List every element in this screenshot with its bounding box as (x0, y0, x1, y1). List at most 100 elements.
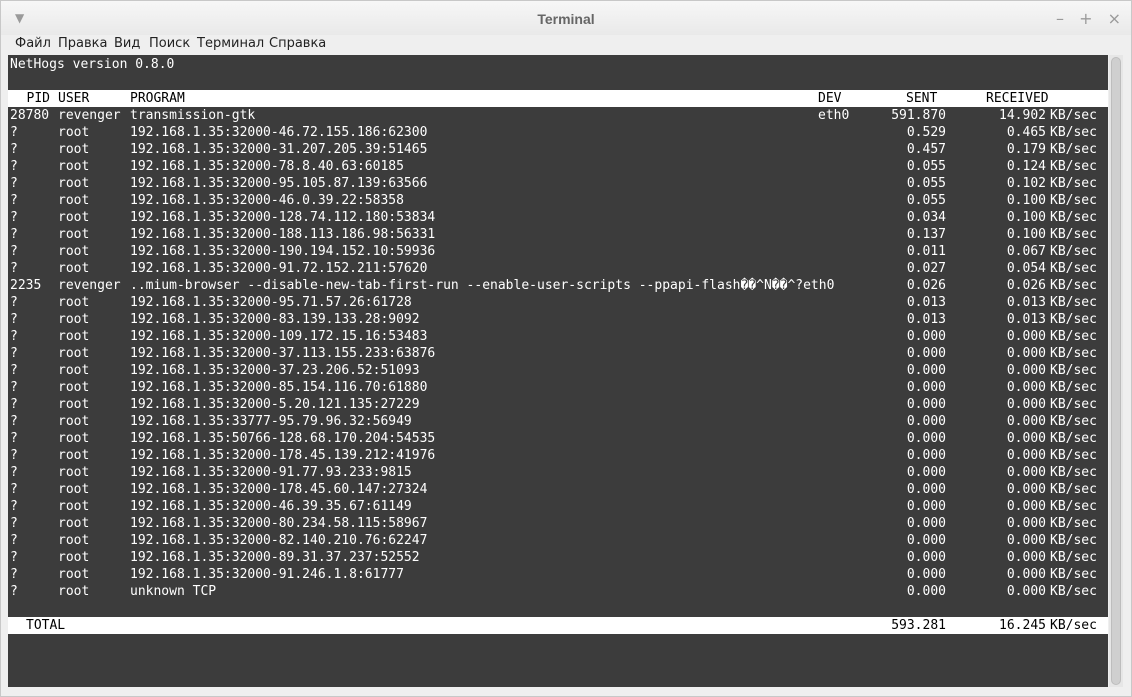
cell-pid: ? (10, 227, 18, 242)
cell-received: 0.000 (1006, 380, 1046, 395)
cell-pid: ? (10, 482, 18, 497)
table-row: ? root 192.168.1.35:32000-83.139.133.28:90… (8, 311, 1108, 328)
cell-sent: 0.055 (906, 176, 946, 191)
cell-unit: KB/sec (1050, 550, 1097, 565)
cell-unit: KB/sec (1050, 380, 1097, 395)
cell-received: 0.013 (1006, 295, 1046, 310)
cell-sent: 0.055 (906, 159, 946, 174)
cell-received: 0.000 (1006, 567, 1046, 582)
cell-unit: KB/sec (1050, 125, 1097, 140)
cell-program: 192.168.1.35:32000-91.77.93.233:9815 (130, 465, 412, 480)
cell-sent: 0.457 (906, 142, 946, 157)
table-row: ? root 192.168.1.35:32000-95.105.87.139:63… (8, 175, 1108, 192)
total-sent: 593.281 (891, 618, 946, 633)
cell-user: root (58, 227, 90, 242)
menu-search[interactable]: Поиск (149, 36, 190, 51)
cell-program: 192.168.1.35:32000-82.140.210.76:62247 (130, 533, 428, 548)
cell-pid: ? (10, 193, 18, 208)
cell-sent: 0.137 (906, 227, 946, 242)
cell-program: 192.168.1.35:32000-37.113.155.233:63876 (130, 346, 436, 361)
cell-received: 0.067 (1006, 244, 1046, 259)
title-bar[interactable]: ▼ Terminal – + × (1, 1, 1131, 35)
header-program: PROGRAM (130, 91, 185, 106)
menu-edit[interactable]: Правка (58, 36, 107, 51)
header-sent: SENT (906, 91, 938, 106)
cell-pid: ? (10, 499, 18, 514)
cell-sent: 0.000 (906, 380, 946, 395)
scrollbar-thumb[interactable] (1111, 57, 1121, 685)
cell-user: root (58, 176, 90, 191)
cell-pid: ? (10, 414, 18, 429)
cell-received: 0.000 (1006, 516, 1046, 531)
cell-program: 192.168.1.35:32000-85.154.116.70:61880 (130, 380, 428, 395)
cell-unit: KB/sec (1050, 295, 1097, 310)
cell-pid: ? (10, 380, 18, 395)
cell-sent: 0.013 (906, 312, 946, 327)
menu-help[interactable]: Справка (269, 36, 326, 51)
cell-program: 192.168.1.35:32000-46.72.155.186:62300 (130, 125, 428, 140)
cell-unit: KB/sec (1050, 567, 1097, 582)
cell-sent: 0.000 (906, 499, 946, 514)
table-row: ? root 192.168.1.35:32000-31.207.205.39:51… (8, 141, 1108, 158)
cell-pid: ? (10, 533, 18, 548)
cell-program: 192.168.1.35:32000-80.234.58.115:58967 (130, 516, 428, 531)
cell-received: 0.000 (1006, 499, 1046, 514)
cell-pid: ? (10, 584, 18, 599)
terminal-output[interactable]: NetHogs version 0.8.0 PID USER PROGRAM D… (8, 55, 1108, 687)
cell-received: 0.179 (1006, 142, 1046, 157)
cell-unit: KB/sec (1050, 482, 1097, 497)
table-row: ? root 192.168.1.35:32000-46.0.39.22:58358… (8, 192, 1108, 209)
table-row: ? root 192.168.1.35:32000-91.77.93.233:981… (8, 464, 1108, 481)
cell-sent: 0.529 (906, 125, 946, 140)
minimize-button[interactable]: – (1056, 9, 1064, 28)
window-controls: – + × (1046, 9, 1121, 28)
cell-user: revenger (58, 108, 121, 123)
cell-pid: ? (10, 125, 18, 140)
cell-received: 0.000 (1006, 533, 1046, 548)
menu-file[interactable]: Файл (15, 36, 51, 51)
cell-sent: 0.000 (906, 482, 946, 497)
cell-user: root (58, 193, 90, 208)
menu-view[interactable]: Вид (114, 36, 140, 51)
table-row: ? root 192.168.1.35:33777-95.79.96.32:5694… (8, 413, 1108, 430)
cell-program: 192.168.1.35:32000-91.72.152.211:57620 (130, 261, 428, 276)
cell-program: 192.168.1.35:32000-37.23.206.52:51093 (130, 363, 420, 378)
cell-pid: ? (10, 244, 18, 259)
cell-sent: 0.000 (906, 431, 946, 446)
cell-received: 0.100 (1006, 227, 1046, 242)
cell-pid: ? (10, 176, 18, 191)
cell-received: 0.000 (1006, 550, 1046, 565)
cell-pid: 28780 (10, 108, 50, 123)
cell-received: 0.000 (1006, 346, 1046, 361)
cell-user: root (58, 448, 90, 463)
cell-unit: KB/sec (1050, 499, 1097, 514)
table-row: ? root 192.168.1.35:32000-78.8.40.63:60185… (8, 158, 1108, 175)
cell-program: 192.168.1.35:32000-46.39.35.67:61149 (130, 499, 412, 514)
cell-unit: KB/sec (1050, 261, 1097, 276)
scrollbar[interactable] (1109, 55, 1123, 687)
cell-user: root (58, 295, 90, 310)
cell-unit: KB/sec (1050, 584, 1097, 599)
table-row: ? root 192.168.1.35:32000-178.45.60.147:27… (8, 481, 1108, 498)
cell-received: 0.000 (1006, 448, 1046, 463)
cell-user: root (58, 499, 90, 514)
cell-program: 192.168.1.35:33777-95.79.96.32:56949 (130, 414, 412, 429)
cell-sent: 0.000 (906, 329, 946, 344)
cell-sent: 0.000 (906, 567, 946, 582)
cell-unit: KB/sec (1050, 210, 1097, 225)
menu-terminal[interactable]: Терминал (197, 36, 264, 51)
maximize-button[interactable]: + (1079, 9, 1092, 28)
close-button[interactable]: × (1108, 9, 1121, 28)
cell-pid: ? (10, 397, 18, 412)
header-row: PID USER PROGRAM DEV SENT RECEIVED (8, 90, 1108, 107)
cell-sent: 0.034 (906, 210, 946, 225)
table-row: ? root 192.168.1.35:32000-46.39.35.67:6114… (8, 498, 1108, 515)
cell-unit: KB/sec (1050, 414, 1097, 429)
cell-unit: KB/sec (1050, 533, 1097, 548)
cell-program: 192.168.1.35:32000-190.194.152.10:59936 (130, 244, 436, 259)
cell-user: root (58, 482, 90, 497)
cell-user: root (58, 346, 90, 361)
cell-received: 0.000 (1006, 363, 1046, 378)
cell-program: 192.168.1.35:32000-91.246.1.8:61777 (130, 567, 404, 582)
table-row: ? root 192.168.1.35:32000-37.23.206.52:510… (8, 362, 1108, 379)
